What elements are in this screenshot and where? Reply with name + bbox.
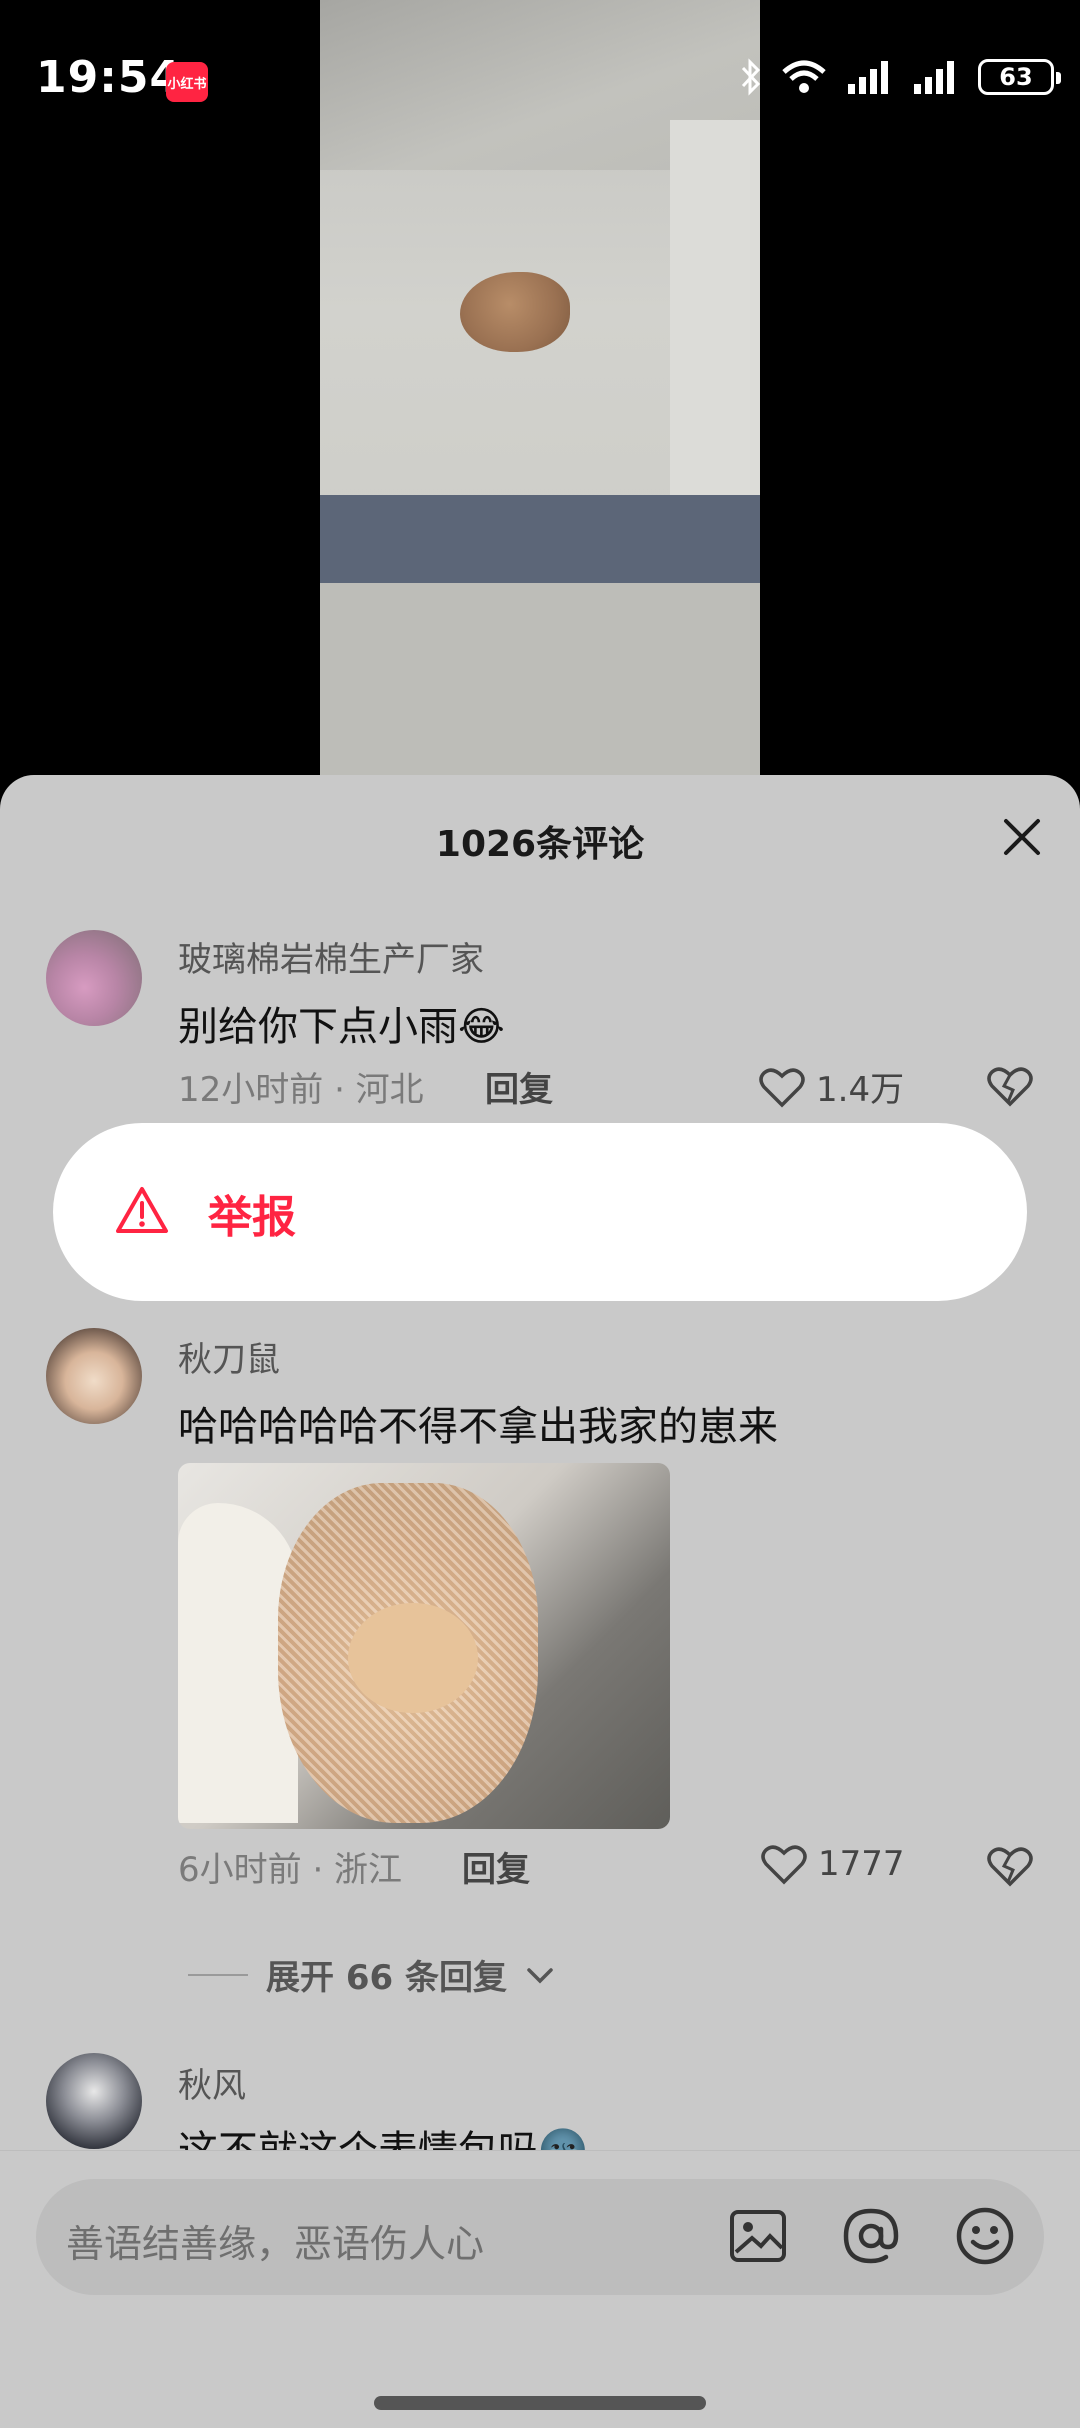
comment-text[interactable]: 这不就这个表情包吗🌚 [178,2118,588,2150]
status-bar: 19:54 小红书 63 [0,0,1080,160]
comment-input-bar: 善语结善缘，恶语伤人心 [0,2150,1080,2428]
bluetooth-icon [741,58,761,96]
at-icon[interactable] [840,2205,902,2267]
warning-icon [116,1187,168,1233]
comment-input[interactable]: 善语结善缘，恶语伤人心 [36,2179,1044,2295]
comment-input-placeholder: 善语结善缘，恶语伤人心 [66,2222,485,2266]
comment-item: 秋风 这不就这个表情包吗🌚 [0,0,1080,2150]
report-menu[interactable]: 举报 [53,1123,1027,1301]
image-icon[interactable] [728,2206,788,2266]
input-tools [728,2205,1016,2267]
app-badge-icon: 小红书 [166,62,208,102]
wifi-icon [782,60,826,93]
status-icons: 63 [740,58,1061,96]
status-time: 19:54 [36,52,182,103]
comment-author[interactable]: 秋风 [178,2058,246,2107]
home-indicator[interactable] [374,2396,706,2410]
signal-icon [848,61,888,94]
battery-indicator: 63 [978,59,1061,95]
report-option[interactable]: 举报 [208,1181,296,1245]
signal-icon [914,61,954,94]
avatar[interactable] [46,2053,142,2149]
emoji-icon[interactable] [954,2205,1016,2267]
